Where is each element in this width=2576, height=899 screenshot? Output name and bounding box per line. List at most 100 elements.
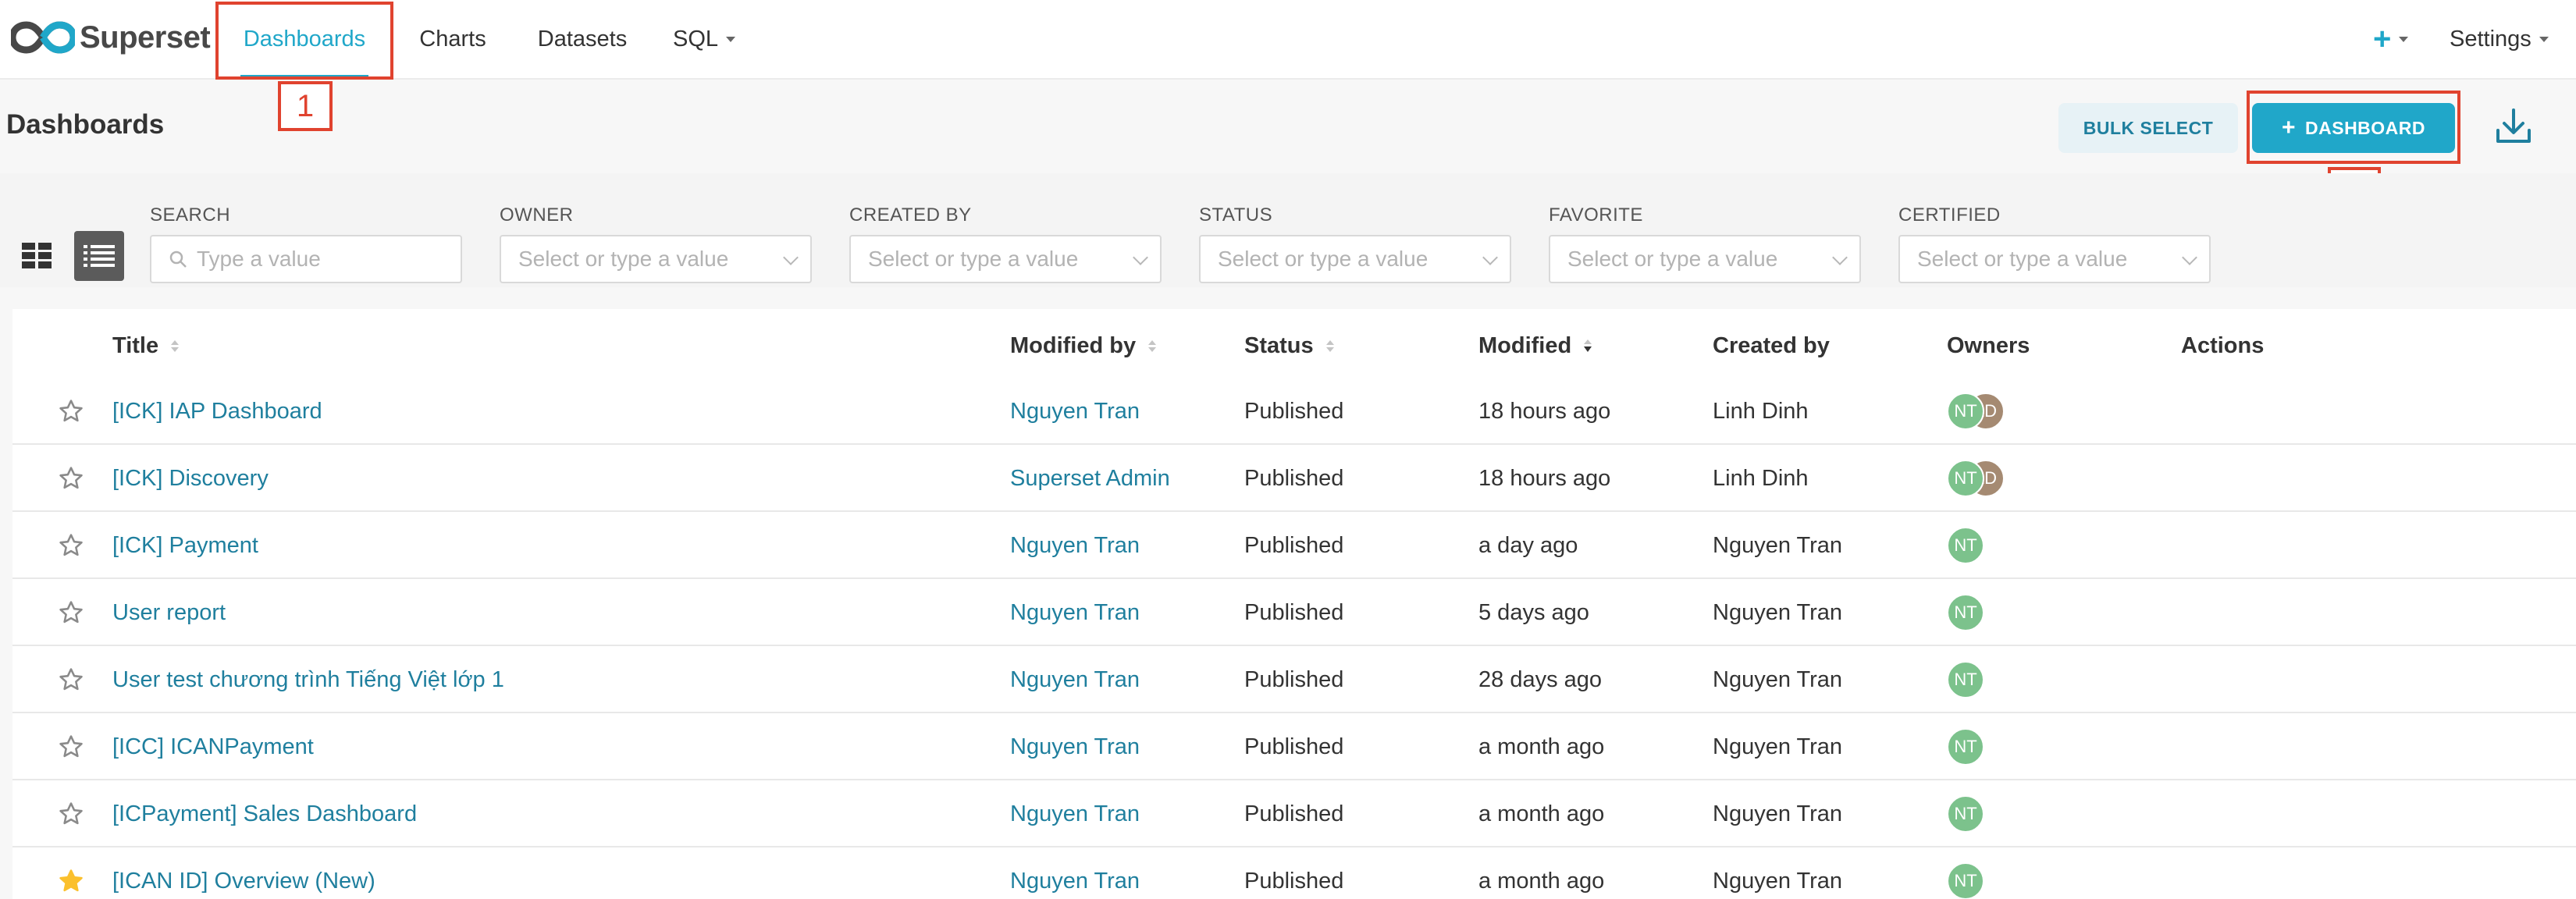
- bulk-select-label: BULK SELECT: [2083, 117, 2214, 138]
- nav-sql[interactable]: SQL: [665, 0, 743, 78]
- owner-avatar[interactable]: NT: [1947, 594, 1984, 631]
- table-row: [ICK] Payment Nguyen Tran Published a da…: [12, 512, 2576, 579]
- nav-charts-label: Charts: [419, 26, 486, 52]
- owner-avatar[interactable]: NT: [1947, 862, 1984, 899]
- modified-by-link[interactable]: Nguyen Tran: [1010, 512, 1140, 579]
- column-header-actions-label: Actions: [2181, 332, 2265, 358]
- bulk-select-button[interactable]: BULK SELECT: [2058, 103, 2238, 153]
- dashboard-title-link[interactable]: [ICPayment] Sales Dashboard: [112, 780, 417, 847]
- brand-logo[interactable]: Superset: [11, 12, 211, 62]
- favorite-select-placeholder: Select or type a value: [1567, 247, 1778, 271]
- status-cell: Published: [1244, 599, 1344, 625]
- modified-by-link[interactable]: Superset Admin: [1010, 445, 1170, 512]
- owners-cell: NT: [1947, 579, 1984, 646]
- chevron-down-icon: [783, 250, 799, 265]
- favorite-star-icon[interactable]: [55, 780, 87, 847]
- superset-logo-icon: [11, 21, 75, 54]
- owners-cell: NT: [1947, 646, 1984, 713]
- sort-desc-icon: [1584, 339, 1592, 352]
- search-filter-label: SEARCH: [150, 204, 231, 226]
- modified-cell: 18 hours ago: [1478, 465, 1611, 491]
- dashboard-title-link[interactable]: [ICK] IAP Dashboard: [112, 378, 322, 445]
- settings-label: Settings: [2450, 26, 2532, 52]
- owner-avatar[interactable]: NT: [1947, 460, 1984, 497]
- dashboard-title-link[interactable]: User test chương trình Tiếng Việt lớp 1: [112, 646, 504, 713]
- dashboard-title-link[interactable]: [ICK] Discovery: [112, 445, 269, 512]
- owner-avatar[interactable]: NT: [1947, 527, 1984, 564]
- dashboard-title-link[interactable]: [ICAN ID] Overview (New): [112, 847, 375, 899]
- modified-by-link[interactable]: Nguyen Tran: [1010, 646, 1140, 713]
- favorite-filter-label: FAVORITE: [1549, 204, 1643, 226]
- created-by-cell: Nguyen Tran: [1713, 734, 1843, 759]
- table-row: [ICPayment] Sales Dashboard Nguyen Tran …: [12, 780, 2576, 847]
- list-icon: [84, 245, 115, 267]
- certified-select[interactable]: Select or type a value: [1898, 235, 2211, 283]
- add-dashboard-label: DASHBOARD: [2305, 117, 2426, 138]
- caret-down-icon: [2539, 36, 2549, 42]
- table-row: User test chương trình Tiếng Việt lớp 1 …: [12, 646, 2576, 713]
- column-header-modified-by[interactable]: Modified by: [1010, 328, 1157, 364]
- status-cell: Published: [1244, 666, 1344, 692]
- owner-avatar[interactable]: NT: [1947, 795, 1984, 833]
- modified-cell: a month ago: [1478, 868, 1605, 894]
- list-view-toggle[interactable]: [74, 231, 124, 281]
- sort-icon: [1148, 339, 1157, 352]
- favorite-star-icon[interactable]: [55, 847, 87, 899]
- dashboard-title-link[interactable]: User report: [112, 579, 226, 646]
- dashboard-title-link[interactable]: [ICK] Payment: [112, 512, 258, 579]
- owner-avatar[interactable]: NT: [1947, 661, 1984, 698]
- created-by-cell: Nguyen Tran: [1713, 868, 1843, 894]
- card-view-toggle[interactable]: [12, 231, 62, 281]
- created-by-select[interactable]: Select or type a value: [849, 235, 1162, 283]
- modified-cell: 18 hours ago: [1478, 398, 1611, 424]
- modified-cell: 5 days ago: [1478, 599, 1589, 625]
- created-by-cell: Nguyen Tran: [1713, 666, 1843, 692]
- column-header-modified[interactable]: Modified: [1478, 328, 1592, 364]
- modified-by-link[interactable]: Nguyen Tran: [1010, 579, 1140, 646]
- owners-cell: NT: [1947, 780, 1984, 847]
- owner-avatar[interactable]: NT: [1947, 728, 1984, 766]
- column-header-status[interactable]: Status: [1244, 328, 1334, 364]
- chevron-down-icon: [1832, 250, 1848, 265]
- favorite-star-icon[interactable]: [55, 713, 87, 780]
- certified-filter-label: CERTIFIED: [1898, 204, 2001, 226]
- status-select[interactable]: Select or type a value: [1199, 235, 1511, 283]
- nav-dashboards[interactable]: Dashboards: [226, 0, 382, 78]
- favorite-star-icon[interactable]: [55, 445, 87, 512]
- chevron-down-icon: [1133, 250, 1148, 265]
- download-icon[interactable]: [2495, 107, 2532, 146]
- favorite-select[interactable]: Select or type a value: [1549, 235, 1861, 283]
- search-input[interactable]: Type a value: [150, 235, 462, 283]
- table-row: User report Nguyen Tran Published 5 days…: [12, 579, 2576, 646]
- column-header-modified-label: Modified: [1478, 332, 1572, 358]
- nav-charts[interactable]: Charts: [406, 0, 500, 78]
- modified-by-link[interactable]: Nguyen Tran: [1010, 780, 1140, 847]
- plus-icon: +: [2281, 115, 2297, 140]
- favorite-star-icon[interactable]: [55, 579, 87, 646]
- column-header-created-by: Created by: [1713, 328, 1830, 364]
- nav-datasets-label: Datasets: [537, 26, 628, 52]
- new-menu-button[interactable]: +: [2373, 0, 2409, 78]
- favorite-star-icon[interactable]: [55, 378, 87, 445]
- modified-by-link[interactable]: Nguyen Tran: [1010, 847, 1140, 899]
- owner-avatar[interactable]: NT: [1947, 393, 1984, 430]
- favorite-star-icon[interactable]: [55, 646, 87, 713]
- created-by-cell: Linh Dinh: [1713, 465, 1809, 491]
- status-cell: Published: [1244, 398, 1344, 424]
- nav-datasets[interactable]: Datasets: [525, 0, 640, 78]
- table-row: [ICAN ID] Overview (New) Nguyen Tran Pub…: [12, 847, 2576, 899]
- column-header-title[interactable]: Title: [112, 328, 180, 364]
- modified-by-link[interactable]: Nguyen Tran: [1010, 378, 1140, 445]
- modified-by-link[interactable]: Nguyen Tran: [1010, 713, 1140, 780]
- owner-select[interactable]: Select or type a value: [500, 235, 812, 283]
- grid-icon: [22, 243, 52, 268]
- add-dashboard-button[interactable]: + DASHBOARD: [2252, 103, 2455, 153]
- plus-icon: +: [2373, 21, 2392, 56]
- settings-menu[interactable]: Settings: [2450, 0, 2549, 78]
- status-cell: Published: [1244, 868, 1344, 894]
- column-header-owners: Owners: [1947, 328, 2030, 364]
- favorite-star-icon[interactable]: [55, 512, 87, 579]
- created-by-select-placeholder: Select or type a value: [868, 247, 1079, 271]
- dashboard-title-link[interactable]: [ICC] ICANPayment: [112, 713, 314, 780]
- created-by-cell: Linh Dinh: [1713, 398, 1809, 424]
